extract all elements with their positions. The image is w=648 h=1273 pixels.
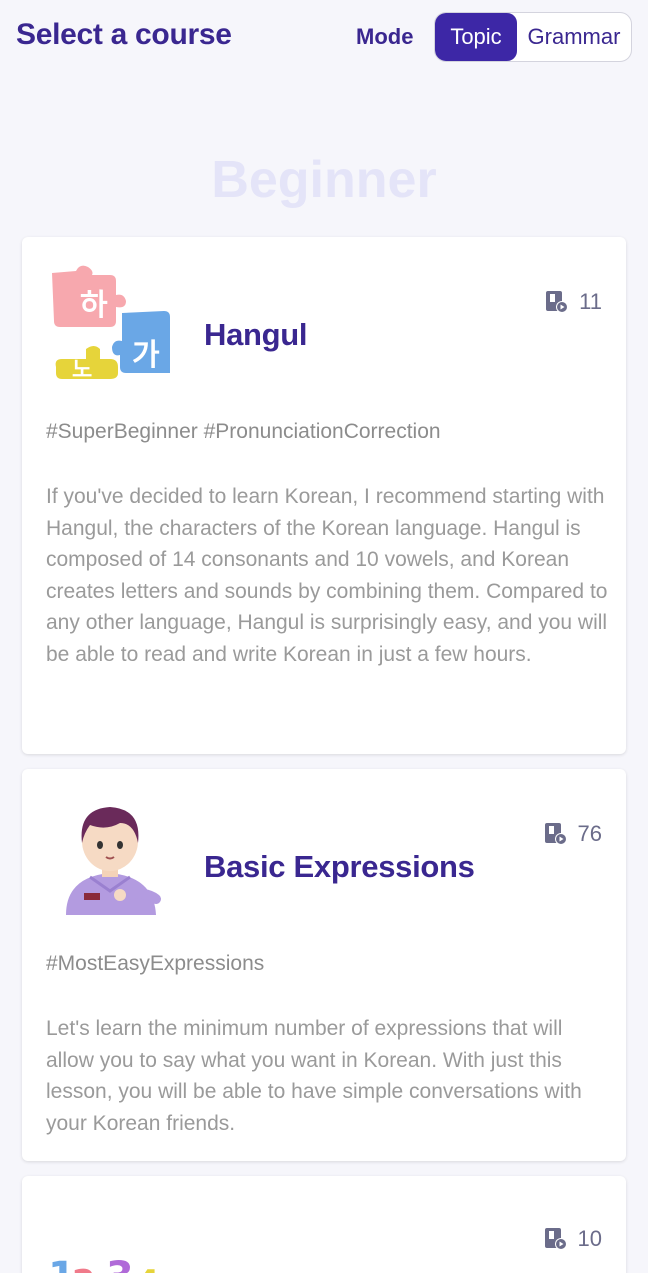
course-tags: #SuperBeginner #PronunciationCorrection [46,420,441,443]
course-card-basic-expressions[interactable]: Basic Expressions 76 #MostEasyExpression… [22,769,626,1161]
svg-text:노: 노 [72,358,92,383]
lesson-count-icon [546,291,569,313]
mode-toggle: Topic Grammar [434,12,632,62]
svg-text:하: 하 [80,288,108,323]
lesson-count-value: 76 [577,821,602,846]
svg-text:3: 3 [106,1254,134,1273]
course-title: Hangul [204,317,308,352]
course-title: Basic Expressions [204,849,475,884]
svg-text:가: 가 [132,338,160,373]
header: Select a course Mode Topic Grammar [0,0,648,80]
page-title: Select a course [16,18,232,51]
numbers-icon: 1 2 3 4 [46,1202,176,1273]
lesson-count-icon [544,823,567,845]
lesson-count: 76 [544,821,602,847]
lesson-count: 11 [545,289,602,315]
mode-topic-button[interactable]: Topic [435,13,517,61]
lesson-count-value: 10 [577,1226,602,1251]
hangul-puzzle-icon: 하 가 노 [46,263,176,383]
course-card-numbers[interactable]: 1 2 3 4 10 [22,1176,626,1273]
lesson-count-icon [544,1228,567,1250]
mode-grammar-button[interactable]: Grammar [517,13,631,61]
course-tags: #MostEasyExpressions [46,952,265,975]
mode-label: Mode [356,24,414,49]
course-description: If you've decided to learn Korean, I rec… [46,485,608,666]
level-heading: Beginner [211,151,437,209]
lesson-count: 10 [544,1226,602,1252]
lesson-count-value: 11 [579,289,602,314]
svg-text:4: 4 [136,1263,160,1273]
student-character-icon [46,795,176,915]
course-card-hangul[interactable]: 하 가 노 Hangul 11 #SuperBeginner #Pronunci… [22,237,626,754]
svg-text:2: 2 [72,1263,96,1273]
course-description: Let's learn the minimum number of expres… [46,1017,582,1135]
